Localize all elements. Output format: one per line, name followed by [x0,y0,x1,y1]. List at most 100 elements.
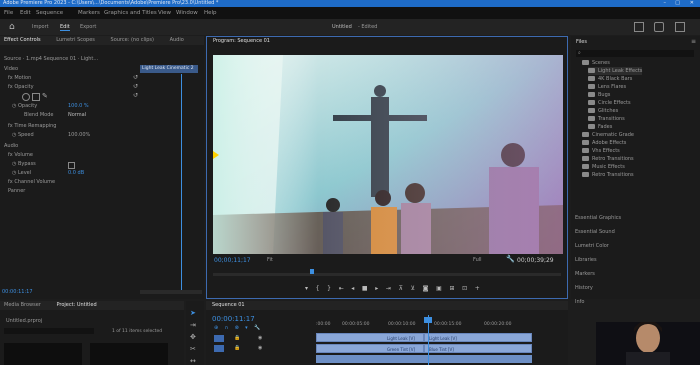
quality-select[interactable]: Full [473,257,482,263]
menu-markers[interactable]: Markers [78,7,100,19]
media-thumbnail[interactable] [90,343,168,365]
tree-item[interactable]: Lens Flares [588,83,626,91]
tab-audio-mixer[interactable]: Audio [170,37,184,43]
nest-icon[interactable]: ⊕ [214,325,218,331]
panel-essential-sound[interactable]: Essential Sound [575,228,615,236]
panel-history[interactable]: History [575,284,593,292]
track-target-v[interactable] [214,345,224,352]
program-scrub-bar[interactable] [213,273,561,276]
track-target-v[interactable] [214,335,224,342]
tree-item[interactable]: Glitches [588,107,618,115]
settings-wrench-icon[interactable]: 🔧 [506,255,515,263]
bypass-checkbox[interactable] [68,162,75,169]
menu-file[interactable]: File [4,7,13,19]
tab-program[interactable]: Program: Sequence 01 [213,38,270,44]
add-button-icon[interactable]: + [475,285,480,292]
lock-icon[interactable]: 🔒 [234,345,240,351]
snap-icon[interactable]: ∩ [225,325,229,331]
pen-mask-icon[interactable]: ✎ [42,92,48,100]
tab-media-browser[interactable]: Media Browser [4,302,41,308]
tree-item[interactable]: Music Effects [582,163,625,171]
timeline-clip[interactable]: Light Leak [V] [424,333,532,342]
tree-item[interactable]: Scenes [582,59,610,67]
mark-in-icon[interactable]: { [316,285,320,292]
home-icon[interactable]: ⌂ [9,22,15,32]
go-to-in-icon[interactable]: ⇤ [339,285,344,292]
minimize-button[interactable]: – [664,0,667,7]
tree-item[interactable]: Vhs Effects [582,147,620,155]
export-frame-icon[interactable]: ◙ [423,285,429,292]
tab-lumetri-scopes[interactable]: Lumetri Scopes [56,37,95,43]
opacity-value[interactable]: 100.0 % [68,102,89,111]
add-marker-icon[interactable]: ▾ [305,285,308,292]
opacity-row[interactable]: fx Opacity [0,83,148,92]
channel-volume-row[interactable]: fx Channel Volume [0,178,148,187]
tab-sequence[interactable]: Sequence 01 [212,302,245,308]
extract-icon[interactable]: ⊻ [411,285,415,292]
tree-item[interactable]: Fades [588,123,612,131]
panel-markers[interactable]: Markers [575,270,595,278]
program-playhead[interactable] [310,269,314,274]
media-thumbnail[interactable] [4,343,82,365]
slip-tool-icon[interactable]: ↔ [190,357,196,365]
proxy-icon[interactable]: ⊞ [449,285,454,292]
panel-info[interactable]: Info [575,298,584,306]
tab-effect-controls[interactable]: Effect Controls [4,37,41,43]
volume-row[interactable]: fx Volume [0,151,148,160]
timeline-clip[interactable]: Light Leak [V] [316,333,424,342]
menu-view[interactable]: View [158,7,171,19]
tree-item[interactable]: Cinematic Grade [582,131,634,139]
vr-icon[interactable]: ⊡ [462,285,467,292]
workspace-import[interactable]: Import [32,24,49,30]
panel-lumetri-color[interactable]: Lumetri Color [575,242,609,250]
timeline-timecode[interactable]: 00:00:11:17 [212,315,255,323]
panel-libraries[interactable]: Libraries [575,256,597,264]
timeline-audio-clip[interactable] [316,355,532,363]
track-select-icon[interactable]: ⇥ [190,321,196,329]
files-search[interactable]: ⌕ [576,50,694,57]
eye-icon[interactable]: ◉ [258,345,262,351]
menu-window[interactable]: Window [176,7,198,19]
panel-essential-graphics[interactable]: Essential Graphics [575,214,621,222]
lift-icon[interactable]: ⊼ [399,285,403,292]
close-button[interactable]: ✕ [690,0,694,7]
mark-out-icon[interactable]: } [327,285,331,292]
tree-item[interactable]: Transitions [588,115,625,123]
timeline-settings-icon[interactable]: 🔧 [254,325,260,331]
step-back-icon[interactable]: ◂ [351,285,354,292]
menu-graphics[interactable]: Graphics and Titles [104,7,157,19]
speed-value[interactable]: 100.00% [68,131,90,140]
reset-icon[interactable]: ↺ [133,91,138,100]
timeline-clip[interactable]: Blue Tint [V] [424,344,532,353]
ellipse-mask-icon[interactable] [22,93,30,101]
quick-export-icon[interactable] [634,22,644,32]
reset-icon[interactable]: ↺ [133,82,138,91]
eye-icon[interactable]: ◉ [258,335,262,341]
step-forward-icon[interactable]: ▸ [375,285,378,292]
lock-icon[interactable]: 🔒 [234,335,240,341]
program-timecode[interactable]: 00;00;11;17 [214,257,251,264]
timeline-clip[interactable]: Green Tint [V] [316,344,424,353]
tree-item[interactable]: 4K Black Bars [588,75,632,83]
comparison-icon[interactable]: ▣ [436,285,442,292]
menu-sequence[interactable]: Sequence [36,7,63,19]
tab-source[interactable]: Source: (no clips) [111,37,154,43]
timeline-playhead-handle[interactable] [424,317,432,323]
ripple-edit-icon[interactable]: ✥ [190,333,196,341]
maximize-button[interactable]: □ [675,0,680,7]
blend-mode-select[interactable]: Normal [68,111,86,120]
go-to-out-icon[interactable]: ⇥ [386,285,391,292]
time-remap-row[interactable]: fx Time Remapping [0,122,148,131]
motion-row[interactable]: fx Motion [0,74,148,83]
tab-project[interactable]: Project: Untitled [56,302,96,308]
linked-selection-icon[interactable]: ⊗ [235,325,239,331]
project-search[interactable] [4,328,94,334]
menu-edit[interactable]: Edit [20,7,31,19]
level-value[interactable]: 0.0 dB [68,169,84,178]
tree-item[interactable]: Retro Transitions [582,155,634,163]
effect-timeline-scroll[interactable] [140,290,202,294]
rectangle-mask-icon[interactable] [32,93,40,101]
add-marker-icon[interactable]: ▾ [245,325,248,331]
selection-tool-icon[interactable]: ➤ [190,309,196,317]
menu-help[interactable]: Help [204,7,217,19]
